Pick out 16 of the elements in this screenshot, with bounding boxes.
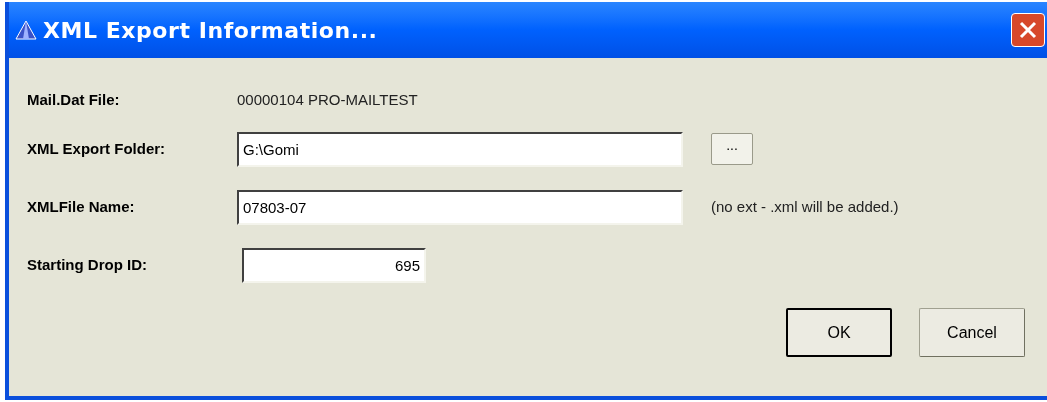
field-label: Starting Drop ID: (27, 254, 148, 275)
close-button[interactable] (1011, 13, 1045, 47)
field-label: Mail.Dat File: (27, 89, 121, 110)
input-field[interactable]: 695 (242, 247, 426, 283)
pyramid-icon (15, 19, 37, 41)
close-icon (1019, 21, 1037, 39)
dialog-button[interactable]: Cancel (919, 308, 1025, 357)
browse-button[interactable]: ... (711, 133, 753, 165)
field-label: XML Export Folder: (27, 138, 167, 159)
hint-text: (no ext - .xml will be added.) (711, 196, 899, 217)
mail-dat-file-value: 00000104 PRO-MAILTEST (237, 89, 418, 110)
input-field[interactable]: G:\Gomi (237, 131, 683, 167)
dialog-button[interactable]: OK (786, 308, 892, 357)
field-label: XMLFile Name: (27, 196, 136, 217)
window-title: XML Export Information... (43, 16, 378, 45)
input-field[interactable]: 07803-07 (237, 189, 683, 225)
